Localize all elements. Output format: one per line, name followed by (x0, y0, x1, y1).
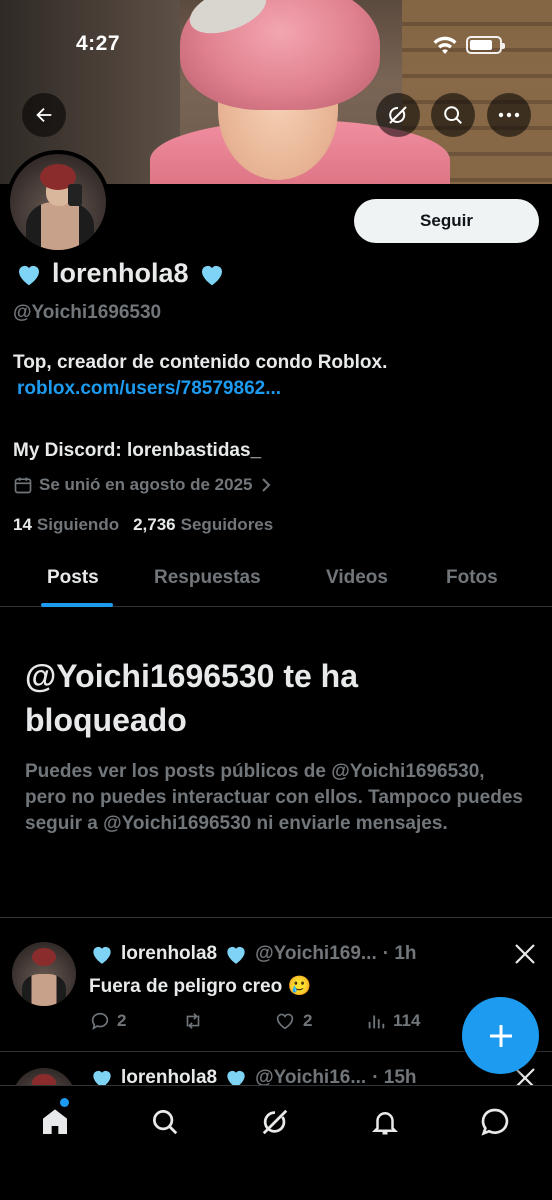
profile-avatar[interactable] (6, 150, 110, 254)
like-count: 2 (303, 1011, 313, 1030)
post-actions: 2 2 114 (89, 1010, 420, 1032)
display-name: lorenhola8 (52, 258, 189, 288)
more-button[interactable] (487, 93, 531, 137)
home-icon (43, 1109, 67, 1134)
battery-icon (466, 36, 505, 54)
grok-button[interactable] (376, 93, 420, 137)
light-blue-heart-icon (201, 265, 222, 285)
nav-search[interactable] (147, 1104, 183, 1140)
active-tab-indicator (41, 603, 113, 607)
display-name-row: lorenhola8 (14, 258, 227, 289)
follow-button[interactable]: Seguir (354, 199, 539, 243)
nav-messages[interactable] (477, 1104, 513, 1140)
post-time: · 1h (382, 943, 417, 964)
more-icon (498, 112, 520, 118)
tab-photos[interactable]: Fotos (446, 567, 498, 589)
status-bar: 4:27 (0, 28, 552, 64)
followers-count: 2,736 (133, 515, 176, 534)
light-blue-heart-icon (93, 1071, 111, 1085)
post-avatar[interactable] (12, 942, 76, 1006)
post-header: lorenhola8 @Yoichi169... · 1h (89, 941, 417, 967)
tab-replies[interactable]: Respuestas (154, 567, 261, 589)
home-notification-dot (60, 1098, 69, 1107)
post-header: lorenhola8 @Yoichi16... · 15h (89, 1065, 417, 1085)
blocked-title: @Yoichi1696530 te ha bloqueado (25, 658, 358, 738)
chevron-right-icon (261, 478, 270, 492)
plus-icon (489, 1024, 512, 1047)
repost-button[interactable] (181, 1010, 273, 1032)
messages-icon (481, 1108, 509, 1136)
post-handle: @Yoichi16... (255, 1067, 367, 1085)
search-button[interactable] (431, 93, 475, 137)
bell-icon (371, 1112, 399, 1135)
post-time: · 15h (372, 1067, 417, 1085)
grok-icon (389, 106, 407, 124)
joined-text: Se unió en agosto de 2025 (39, 475, 253, 494)
followers-link[interactable]: 2,736 Seguidores (133, 515, 273, 535)
nav-notifications[interactable] (367, 1104, 403, 1140)
blocked-description: Puedes ver los posts públicos de @Yoichi… (25, 761, 523, 834)
follow-stats: 14 Siguiendo 2,736 Seguidores (13, 515, 273, 535)
post-author-name: lorenhola8 (121, 943, 218, 964)
wifi-icon (432, 36, 458, 61)
search-icon (444, 106, 462, 124)
bio-text: Top, creador de contenido condo Roblox. (13, 352, 388, 373)
views-icon (368, 1015, 385, 1029)
nav-home[interactable] (37, 1104, 73, 1140)
post-handle: @Yoichi169... (255, 943, 377, 964)
bottom-navigation (0, 1085, 552, 1200)
following-link[interactable]: 14 Siguiendo (13, 515, 119, 535)
reply-button[interactable]: 2 (89, 1010, 181, 1032)
heart-outline-icon (276, 1013, 294, 1030)
calendar-icon (14, 477, 32, 494)
bio-discord: My Discord: lorenbastidas_ (13, 440, 262, 461)
following-label: Siguiendo (36, 515, 120, 534)
followers-label: Seguidores (180, 515, 274, 534)
grok-icon (262, 1109, 288, 1135)
like-button[interactable]: 2 (273, 1010, 365, 1032)
post-avatar[interactable] (12, 1068, 76, 1085)
compose-button[interactable] (462, 997, 539, 1074)
divider (0, 917, 552, 918)
tab-videos[interactable]: Videos (326, 567, 388, 589)
search-icon (153, 1110, 178, 1135)
light-blue-heart-icon (93, 946, 111, 964)
arrow-left-icon (36, 107, 52, 123)
view-count: 114 (393, 1011, 421, 1030)
post-text: Fuera de peligro creo 🥲 (89, 976, 312, 997)
light-blue-heart-icon (19, 265, 39, 285)
tab-posts[interactable]: Posts (47, 567, 99, 589)
views-button[interactable]: 114 (365, 1010, 420, 1032)
profile-handle: @Yoichi1696530 (13, 302, 162, 323)
joined-date[interactable]: Se unió en agosto de 2025 (13, 475, 273, 495)
light-blue-heart-icon (227, 946, 245, 964)
status-time: 4:27 (76, 32, 121, 55)
post-item[interactable]: lorenhola8 @Yoichi16... · 15h (0, 1058, 552, 1085)
reply-icon (91, 1012, 109, 1031)
nav-grok[interactable] (257, 1104, 293, 1140)
profile-tabs: Posts Respuestas Videos Fotos (0, 553, 552, 607)
repost-icon (186, 1013, 200, 1029)
x-logo-icon[interactable] (513, 942, 537, 966)
light-blue-heart-icon (227, 1071, 245, 1085)
bio-link[interactable]: roblox.com/users/78579862... (17, 378, 281, 400)
reply-count: 2 (117, 1011, 127, 1030)
post-author-name: lorenhola8 (121, 1067, 218, 1085)
back-button[interactable] (22, 93, 66, 137)
following-count: 14 (13, 515, 32, 534)
